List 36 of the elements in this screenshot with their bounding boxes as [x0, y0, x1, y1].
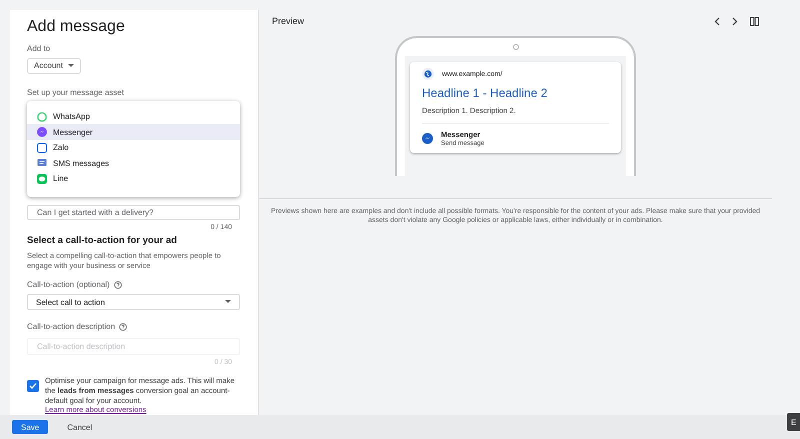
split-view-icon[interactable] [750, 16, 759, 26]
globe-icon [422, 68, 434, 80]
chevron-left-icon[interactable] [714, 16, 720, 26]
dialog-title: Add message [27, 18, 126, 36]
save-button[interactable]: Save [12, 420, 48, 434]
preview-title: Preview [272, 16, 304, 26]
menu-item[interactable]: Zalo [27, 140, 240, 156]
messenger-icon [422, 133, 433, 144]
whatsapp-icon [37, 112, 47, 122]
field-label: Call-to-action (optional) [27, 280, 110, 290]
section-heading: Select a call-to-action for your ad [27, 235, 178, 246]
field-label: Call-to-action description [27, 322, 116, 332]
menu-item[interactable]: WhatsApp [27, 108, 240, 124]
menu-item[interactable]: SMS messages [27, 155, 240, 171]
line-icon [37, 174, 47, 184]
ad-headline[interactable]: Headline 1 - Headline 2 [422, 86, 609, 100]
chevron-right-icon[interactable] [732, 16, 738, 26]
help-icon[interactable] [119, 322, 128, 331]
cancel-button[interactable]: Cancel [58, 420, 102, 434]
account-dropdown[interactable]: Account [27, 58, 81, 74]
call-to-action-select[interactable]: Select call to action [27, 294, 240, 310]
menu-item[interactable]: Messenger [27, 124, 240, 140]
field-label: Add to [27, 44, 50, 53]
camera-icon [512, 44, 518, 50]
zalo-icon [37, 142, 47, 153]
messenger-icon [37, 127, 47, 138]
help-icon[interactable] [114, 280, 122, 289]
checkbox[interactable] [27, 380, 39, 392]
caret-icon [68, 64, 74, 68]
caret-icon [225, 300, 231, 304]
starter-message-field[interactable]: Can I get started with a delivery? [27, 204, 240, 220]
corner-tab[interactable]: E [787, 413, 800, 431]
menu-item[interactable]: Line [27, 170, 240, 186]
sms-icon [37, 158, 47, 168]
field-label: Set up your message asset [27, 88, 124, 97]
description-field[interactable]: Call-to-action description [27, 338, 240, 356]
